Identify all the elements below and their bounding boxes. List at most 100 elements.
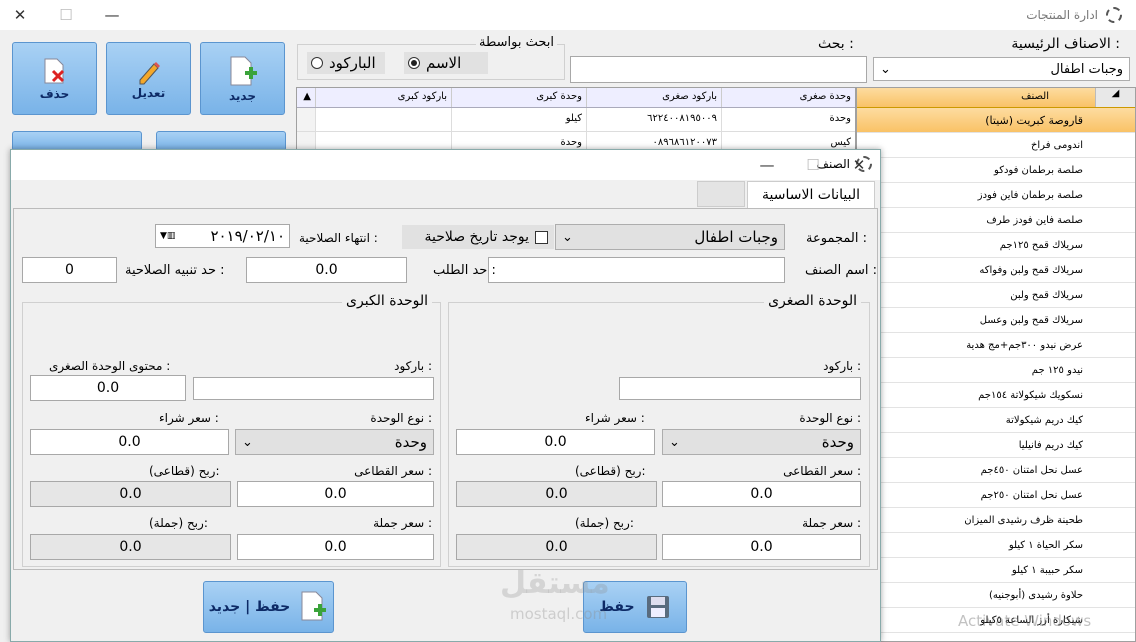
reorder-input[interactable]: 0.0 [246,257,407,283]
big-purchase-input[interactable]: 0.0 [30,429,229,455]
list-item[interactable]: نسكويك شيكولاتة ١٥٤جم [857,383,1135,408]
minimize-button[interactable]: — [92,0,132,30]
categories-combo[interactable]: ⌄ وجبات اطفال [873,57,1130,81]
list-item[interactable]: طحينة ظرف رشيدى الميزان [857,508,1135,533]
small-unit-type-label: نوع الوحدة : [799,411,861,425]
big-retail-profit-label: ربح (قطاعى): [149,464,220,478]
table-row[interactable]: كيلو ٦٢٢٤٠٠٨١٩٥٠٠٩ وحدة [297,108,855,132]
list-item[interactable]: كيك دريم شيكولاتة [857,408,1135,433]
expiry-date-picker[interactable]: ▼▥ ٢٠١٩/٠٢/١٠ [155,224,290,248]
delete-label: حذف [39,86,70,101]
radio-name[interactable]: الاسم [404,52,488,74]
small-barcode-input[interactable] [619,377,861,400]
table-cell[interactable]: كيلو [451,108,586,131]
delete-button[interactable]: حذف [12,42,97,115]
dialog-maximize-button[interactable]: ☐ [793,150,833,180]
big-purchase-label: سعر شراء : [159,411,219,425]
search-input[interactable] [570,56,867,83]
has-expiry-checkbox[interactable]: يوجد تاريخ صلاحية [402,225,554,249]
column-header[interactable]: وحدة صغرى [721,88,855,107]
table-cell[interactable]: ٦٢٢٤٠٠٨١٩٥٠٠٩ [586,108,721,131]
big-content-label: محتوى الوحدة الصغرى : [49,359,171,373]
list-item[interactable]: كيك دريم فانيليا [857,433,1135,458]
small-wholesale-input[interactable]: 0.0 [662,534,861,560]
item-name-input[interactable] [488,257,785,283]
floppy-disk-icon [646,596,669,618]
has-expiry-label: يوجد تاريخ صلاحية [424,229,529,245]
items-header-label[interactable]: الصنف [857,88,1095,107]
big-barcode-input[interactable] [193,377,434,400]
list-item[interactable]: سكر حبيبة ١ كيلو [857,558,1135,583]
list-item[interactable]: سريلاك قمح ولبن وعسل [857,308,1135,333]
small-unit-type-combo[interactable]: ⌄ وحدة [662,429,861,455]
list-item[interactable]: عرض نيدو ٣٠٠جم+مج هدية [857,333,1135,358]
list-item[interactable]: صلصة فاين فودز طرف [857,208,1135,233]
list-item[interactable]: عسل نحل امتنان ٤٥٠جم [857,458,1135,483]
small-retail-profit-value: 0.0 [456,481,657,507]
big-wholesale-label: سعر جملة : [373,516,432,530]
calendar-dropdown-icon[interactable]: ▼▥ [160,231,175,241]
group-combo[interactable]: ⌄ وجبات اطفال [555,224,785,250]
expiry-end-label: انتهاء الصلاحية : [299,231,378,245]
big-unit-group: الوحدة الكبرى باركود : محتوى الوحدة الصغ… [22,293,441,567]
products-table[interactable]: ▲ باركود كبرى وحدة كبرى باركود صغرى وحدة… [296,87,856,157]
small-barcode-label: باركود : [823,359,861,373]
list-item[interactable]: صلصة برطمان فودكو [857,158,1135,183]
expiry-alert-label: حد تنبيه الصلاحية : [125,263,225,278]
secondary-button-1[interactable] [12,131,142,151]
scroll-up-icon[interactable]: ▲ [297,88,315,107]
window-title: ادارة المنتجات [1026,8,1098,22]
table-cell[interactable]: وحدة [721,108,855,131]
big-unit-type-label: نوع الوحدة : [370,411,432,425]
big-content-input[interactable]: 0.0 [30,375,186,401]
tab-blank[interactable] [697,181,745,207]
chevron-down-icon: ⌄ [880,61,891,77]
delete-doc-icon [44,58,64,83]
big-unit-type-combo[interactable]: ⌄ وحدة [235,429,434,455]
list-item[interactable]: عسل نحل امتنان ٢٥٠جم [857,483,1135,508]
list-item[interactable]: حلاوة رشيدى (أبوجنيه) [857,583,1135,608]
big-wholesale-input[interactable]: 0.0 [237,534,434,560]
group-label: المجموعة : [806,231,867,246]
items-list[interactable]: الصنف ◢ قاروصة كبريت (شيتا) اندومى فراخ صل… [856,87,1136,642]
table-cell[interactable] [315,108,451,131]
column-header[interactable]: وحدة كبرى [451,88,586,107]
dialog-close-button[interactable]: ✕ [839,150,879,180]
edit-button[interactable]: تعديل [106,42,191,115]
expiry-alert-input[interactable]: 0 [22,257,117,283]
row-header-corner: ◢ [1095,88,1135,107]
save-new-label: حفظ | جديد [208,599,291,615]
new-doc-icon [301,591,327,621]
secondary-button-2[interactable] [156,131,286,151]
radio-barcode[interactable]: الباركود [307,52,385,74]
list-item[interactable]: صلصة برطمان فاين فودز [857,183,1135,208]
list-item[interactable]: سريلاك قمح ١٢٥جم [857,233,1135,258]
small-unit-group: الوحدة الصغرى باركود : نوع الوحدة : ⌄ وح… [448,293,870,567]
list-item[interactable]: سريلاك قمح ولبن وفواكه [857,258,1135,283]
big-wholesale-profit-label: ربح (جملة): [149,516,208,530]
close-button[interactable]: ✕ [0,0,40,30]
checkbox-icon [535,230,548,244]
list-item[interactable]: سريلاك قمح ولبن [857,283,1135,308]
new-button[interactable]: جديد [200,42,285,115]
item-name-label: اسم الصنف : [804,263,877,278]
save-button[interactable]: حفظ [583,581,687,633]
maximize-button[interactable]: ☐ [46,0,86,30]
row-scroll-gutter [297,108,315,131]
tab-basic-data[interactable]: البيانات الاساسية [747,181,875,208]
column-header[interactable]: باركود صغرى [586,88,721,107]
item-dialog: الصنف ✕ ☐ — البيانات الاساسية المجموعة :… [10,149,881,642]
radio-dot-icon [311,57,323,69]
list-item[interactable]: سكر الحياة ١ كيلو [857,533,1135,558]
small-purchase-input[interactable]: 0.0 [456,429,655,455]
categories-selected: وجبات اطفال [1050,61,1123,77]
dialog-minimize-button[interactable]: — [747,150,787,180]
column-header[interactable]: باركود كبرى [315,88,451,107]
save-new-button[interactable]: حفظ | جديد [203,581,334,633]
big-retail-input[interactable]: 0.0 [237,481,434,507]
list-item[interactable]: نيدو ١٢٥ جم [857,358,1135,383]
list-item[interactable]: اندومى فراخ [857,133,1135,158]
small-retail-input[interactable]: 0.0 [662,481,861,507]
list-item[interactable]: قاروصة كبريت (شيتا) [857,108,1135,133]
list-item[interactable]: شيكارة أرز الساعة ٥كيلو [857,608,1135,633]
